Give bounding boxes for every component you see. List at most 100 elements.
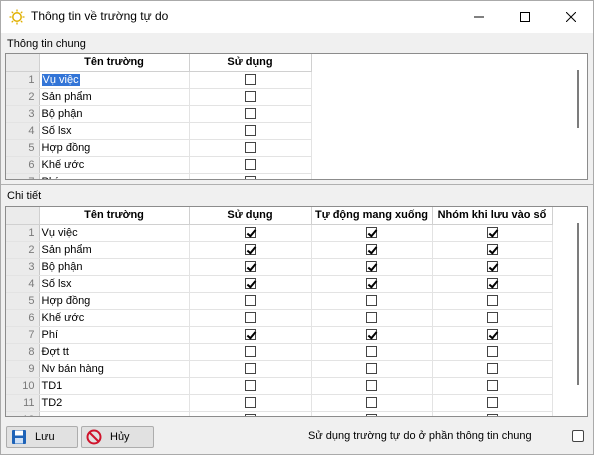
use-checkbox[interactable] — [244, 329, 256, 341]
table-row[interactable]: 9 Nv bán hàng — [6, 360, 553, 378]
use-checkbox[interactable] — [244, 91, 256, 103]
auto-carry-checkbox[interactable] — [366, 278, 377, 290]
group-cell[interactable] — [432, 292, 553, 310]
group-cell[interactable] — [432, 224, 553, 242]
group-on-save-checkbox[interactable] — [486, 227, 498, 239]
table-row[interactable]: 2 Sản phẩm — [6, 88, 312, 106]
use-checkbox[interactable] — [244, 363, 256, 375]
field-name-cell[interactable]: Số lsx — [39, 122, 190, 140]
use-cell[interactable] — [189, 224, 312, 242]
group-on-save-checkbox[interactable] — [486, 244, 498, 256]
use-cell[interactable] — [189, 377, 312, 395]
use-cell[interactable] — [189, 411, 312, 416]
auto-carry-checkbox[interactable] — [366, 244, 377, 256]
use-checkbox[interactable] — [244, 125, 256, 137]
auto-cell[interactable] — [311, 360, 433, 378]
group-cell[interactable] — [432, 360, 553, 378]
field-name-cell[interactable]: Bộ phận — [39, 105, 190, 123]
use-checkbox[interactable] — [244, 295, 256, 307]
table-row[interactable]: 4 Số lsx — [6, 275, 553, 293]
group-on-save-checkbox[interactable] — [486, 312, 498, 324]
use-cell[interactable] — [189, 105, 312, 123]
use-cell[interactable] — [189, 343, 312, 361]
table-row[interactable]: 6 Khế ước — [6, 156, 312, 174]
field-name-cell[interactable]: Sản phẩm — [39, 241, 190, 259]
field-name-cell[interactable]: Số lsx — [39, 275, 190, 293]
auto-carry-checkbox[interactable] — [366, 397, 377, 409]
field-name-cell[interactable]: Hợp đồng — [39, 292, 190, 310]
use-cell[interactable] — [189, 139, 312, 157]
table-row[interactable]: 10 TD1 — [6, 377, 553, 395]
field-name-cell[interactable] — [39, 411, 190, 416]
group-on-save-checkbox[interactable] — [486, 329, 498, 341]
column-header-name[interactable]: Tên trường — [39, 54, 190, 72]
table-row[interactable]: 6 Khế ước — [6, 309, 553, 327]
group-on-save-checkbox[interactable] — [486, 278, 498, 290]
auto-carry-checkbox[interactable] — [366, 329, 377, 341]
use-checkbox[interactable] — [244, 346, 256, 358]
use-cell[interactable] — [189, 88, 312, 106]
detail-grid[interactable]: Tên trường Sử dụng Tự động mang xuống Nh… — [5, 206, 588, 417]
use-checkbox[interactable] — [244, 244, 256, 256]
group-on-save-checkbox[interactable] — [486, 295, 498, 307]
use-cell[interactable] — [189, 241, 312, 259]
group-on-save-checkbox[interactable] — [486, 346, 498, 358]
use-general-option-checkbox[interactable] — [572, 430, 584, 442]
table-row[interactable]: 1 Vụ việc — [6, 224, 553, 242]
field-name-cell[interactable]: Vụ việc — [39, 224, 190, 242]
auto-cell[interactable] — [311, 343, 433, 361]
auto-cell[interactable] — [311, 275, 433, 293]
use-cell[interactable] — [189, 173, 312, 179]
use-checkbox[interactable] — [244, 227, 256, 239]
auto-carry-checkbox[interactable] — [366, 380, 377, 392]
use-checkbox[interactable] — [244, 261, 256, 273]
group-on-save-checkbox[interactable] — [486, 380, 498, 392]
column-header-use[interactable]: Sử dụng — [189, 54, 312, 72]
scroll-thumb[interactable] — [577, 70, 579, 128]
auto-carry-checkbox[interactable] — [366, 312, 377, 324]
group-cell[interactable] — [432, 377, 553, 395]
auto-cell[interactable] — [311, 224, 433, 242]
field-name-cell[interactable]: Vụ việc — [39, 71, 190, 89]
table-row[interactable]: 12 — [6, 411, 553, 416]
use-cell[interactable] — [189, 292, 312, 310]
table-row[interactable]: 3 Bộ phận — [6, 258, 553, 276]
group-on-save-checkbox[interactable] — [486, 261, 498, 273]
auto-cell[interactable] — [311, 394, 433, 412]
group-cell[interactable] — [432, 258, 553, 276]
use-checkbox[interactable] — [244, 380, 256, 392]
title-bar[interactable]: Thông tin về trường tự do — [1, 1, 593, 33]
use-cell[interactable] — [189, 71, 312, 89]
field-name-cell[interactable]: TD1 — [39, 377, 190, 395]
table-row[interactable]: 1 Vụ việc — [6, 71, 312, 89]
cancel-button[interactable]: Hủy — [81, 426, 154, 448]
group-cell[interactable] — [432, 309, 553, 327]
field-name-cell[interactable]: Phí — [39, 326, 190, 344]
use-checkbox[interactable] — [244, 397, 256, 409]
table-row[interactable]: 7Phí — [6, 173, 312, 179]
group-cell[interactable] — [432, 326, 553, 344]
maximize-button[interactable] — [502, 1, 548, 33]
group-cell[interactable] — [432, 241, 553, 259]
group-cell[interactable] — [432, 394, 553, 412]
general-vertical-scrollbar[interactable] — [570, 54, 587, 179]
use-cell[interactable] — [189, 309, 312, 327]
use-checkbox[interactable] — [244, 159, 256, 171]
use-checkbox[interactable] — [244, 278, 256, 290]
use-checkbox[interactable] — [244, 176, 256, 179]
minimize-button[interactable] — [456, 1, 502, 33]
table-row[interactable]: 4 Số lsx — [6, 122, 312, 140]
auto-cell[interactable] — [311, 241, 433, 259]
auto-carry-checkbox[interactable] — [366, 261, 377, 273]
group-on-save-checkbox[interactable] — [486, 363, 498, 375]
use-checkbox[interactable] — [244, 74, 256, 86]
group-cell[interactable] — [432, 343, 553, 361]
general-grid[interactable]: Tên trường Sử dụng 1 Vụ việc 2 Sản phẩm 3 Bộ … — [5, 53, 588, 180]
field-name-cell[interactable]: Hợp đồng — [39, 139, 190, 157]
auto-cell[interactable] — [311, 292, 433, 310]
field-name-cell[interactable]: Khế ước — [39, 156, 190, 174]
column-header-auto[interactable]: Tự động mang xuống — [311, 207, 433, 225]
column-header-group[interactable]: Nhóm khi lưu vào sổ — [432, 207, 553, 225]
use-checkbox[interactable] — [244, 414, 256, 416]
column-header-use[interactable]: Sử dụng — [189, 207, 312, 225]
